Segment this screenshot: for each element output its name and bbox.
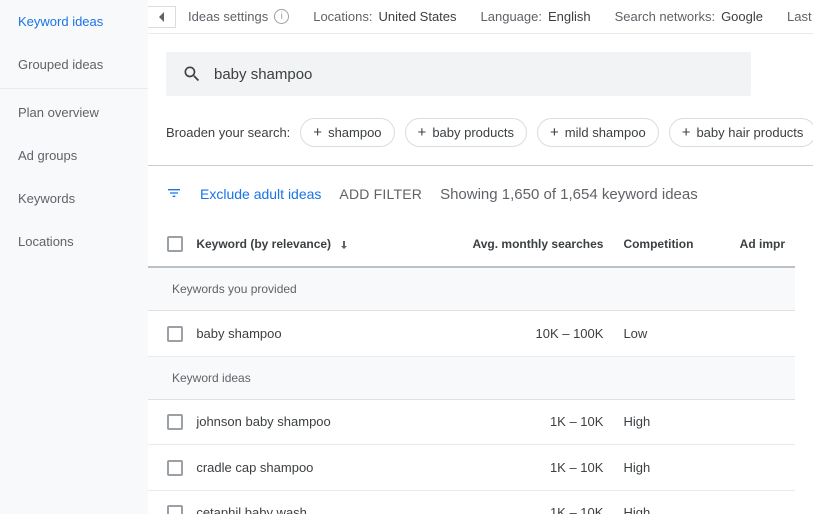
table-row[interactable]: cradle cap shampoo 1K – 10K High (148, 445, 795, 491)
cell-competition: Low (613, 311, 729, 357)
select-all-checkbox[interactable] (167, 236, 183, 252)
date-setting[interactable]: Last (787, 9, 812, 24)
broaden-row: Broaden your search: + shampoo + baby prod… (166, 118, 813, 147)
cell-ad-impr (730, 445, 795, 491)
table-header-row: Keyword (by relevance) Avg. monthly sear… (148, 222, 795, 267)
language-value: English (548, 9, 591, 24)
row-checkbox[interactable] (167, 505, 183, 514)
cell-searches: 1K – 10K (430, 445, 613, 491)
cell-ad-impr (730, 490, 795, 514)
cell-searches: 1K – 10K (430, 490, 613, 514)
col-competition[interactable]: Competition (613, 222, 729, 267)
sidebar: Keyword ideas Grouped ideas Plan overvie… (0, 0, 148, 514)
filter-icon[interactable] (166, 185, 182, 204)
last-label: Last (787, 9, 812, 24)
section-provided: Keywords you provided (148, 267, 795, 311)
plus-icon: + (313, 125, 322, 140)
info-icon[interactable]: i (274, 9, 289, 24)
locations-label: Locations: (313, 9, 372, 24)
table-row[interactable]: johnson baby shampoo 1K – 10K High (148, 399, 795, 445)
section-provided-label: Keywords you provided (148, 267, 795, 311)
sidebar-item-ad-groups[interactable]: Ad groups (0, 134, 148, 177)
col-keyword-label: Keyword (by relevance) (196, 237, 331, 251)
cell-keyword: cradle cap shampoo (192, 445, 430, 491)
networks-label: Search networks: (615, 9, 715, 24)
broaden-pill-baby-products[interactable]: + baby products (405, 118, 527, 147)
row-checkbox[interactable] (167, 414, 183, 430)
col-searches[interactable]: Avg. monthly searches (430, 222, 613, 267)
broaden-label: Broaden your search: (166, 125, 290, 140)
sidebar-item-keyword-ideas[interactable]: Keyword ideas (0, 0, 148, 43)
col-ad-impr[interactable]: Ad impr (730, 222, 795, 267)
plus-icon: + (550, 125, 559, 140)
language-setting[interactable]: Language: English (481, 9, 591, 24)
locations-value: United States (378, 9, 456, 24)
cell-keyword: johnson baby shampoo (192, 399, 430, 445)
main-panel: Ideas settings i Locations: United State… (148, 0, 813, 514)
cell-keyword: baby shampoo (192, 311, 430, 357)
language-label: Language: (481, 9, 542, 24)
keywords-table: Keyword (by relevance) Avg. monthly sear… (148, 222, 795, 514)
sidebar-item-locations[interactable]: Locations (0, 220, 148, 263)
exclude-adult-filter[interactable]: Exclude adult ideas (200, 186, 321, 202)
pill-label: baby products (432, 125, 514, 140)
section-ideas-label: Keyword ideas (148, 356, 795, 399)
pill-label: mild shampoo (565, 125, 646, 140)
results-count: Showing 1,650 of 1,654 keyword ideas (440, 186, 698, 203)
cell-ad-impr (730, 399, 795, 445)
search-icon (182, 64, 202, 84)
sidebar-collapse-button[interactable] (148, 6, 176, 28)
row-checkbox[interactable] (167, 326, 183, 342)
networks-value: Google (721, 9, 763, 24)
sidebar-divider (0, 88, 148, 89)
plus-icon: + (682, 125, 691, 140)
sidebar-item-grouped-ideas[interactable]: Grouped ideas (0, 43, 148, 86)
sidebar-item-plan-overview[interactable]: Plan overview (0, 91, 148, 134)
table-row[interactable]: cetaphil baby wash 1K – 10K High (148, 490, 795, 514)
content-area: Broaden your search: + shampoo + baby prod… (148, 34, 813, 514)
plus-icon: + (418, 125, 427, 140)
networks-setting[interactable]: Search networks: Google (615, 9, 763, 24)
cell-searches: 1K – 10K (430, 399, 613, 445)
cell-competition: High (613, 490, 729, 514)
search-input[interactable] (214, 66, 735, 83)
broaden-pill-shampoo[interactable]: + shampoo (300, 118, 394, 147)
ideas-settings-label: Ideas settings (188, 9, 268, 24)
search-box[interactable] (166, 52, 751, 96)
locations-setting[interactable]: Locations: United States (313, 9, 456, 24)
cell-searches: 10K – 100K (430, 311, 613, 357)
row-checkbox[interactable] (167, 460, 183, 476)
arrow-down-icon (338, 239, 350, 251)
add-filter-button[interactable]: ADD FILTER (339, 186, 422, 202)
broaden-pill-mild-shampoo[interactable]: + mild shampoo (537, 118, 659, 147)
filter-bar: Exclude adult ideas ADD FILTER Showing 1… (166, 166, 813, 222)
cell-ad-impr (730, 311, 795, 357)
cell-competition: High (613, 445, 729, 491)
broaden-pill-baby-hair-products[interactable]: + baby hair products (669, 118, 813, 147)
sidebar-item-keywords[interactable]: Keywords (0, 177, 148, 220)
chevron-left-icon (158, 12, 166, 22)
table-row[interactable]: baby shampoo 10K – 100K Low (148, 311, 795, 357)
pill-label: baby hair products (696, 125, 803, 140)
cell-keyword: cetaphil baby wash (192, 490, 430, 514)
col-keyword[interactable]: Keyword (by relevance) (192, 222, 430, 267)
section-ideas: Keyword ideas (148, 356, 795, 399)
settings-bar: Ideas settings i Locations: United State… (148, 0, 813, 34)
cell-competition: High (613, 399, 729, 445)
ideas-settings-tab[interactable]: Ideas settings i (188, 9, 289, 24)
pill-label: shampoo (328, 125, 381, 140)
